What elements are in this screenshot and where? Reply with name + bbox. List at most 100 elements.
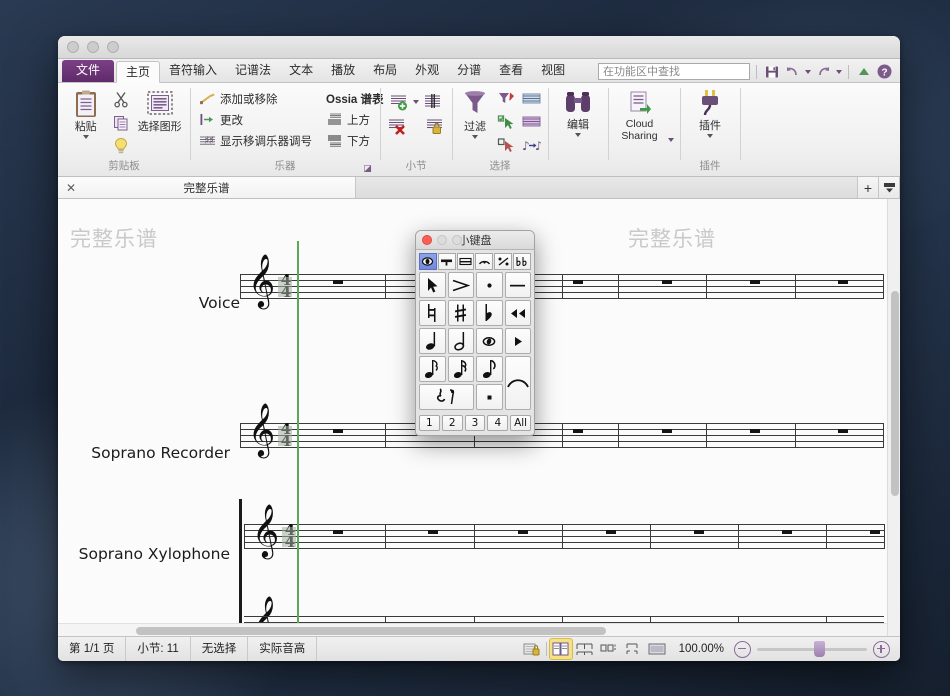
view-mode-spread[interactable] [573, 638, 597, 660]
staff-soprano-xylophone[interactable] [244, 524, 884, 549]
advanced-filter-icon[interactable] [495, 89, 517, 110]
minimize-button[interactable] [87, 41, 99, 53]
bar-rest[interactable] [750, 429, 760, 433]
change-instrument-button[interactable]: 更改 [196, 109, 315, 130]
add-bar-icon[interactable] [388, 91, 410, 112]
keypad-tab-common-notes[interactable] [419, 253, 437, 270]
select-system-passage-icon[interactable] [520, 112, 542, 133]
bar-rest[interactable] [838, 429, 848, 433]
keypad-rest-key[interactable] [419, 384, 474, 410]
bar-rest[interactable] [782, 530, 792, 534]
zoom-slider-thumb[interactable] [814, 640, 825, 657]
tab-notations[interactable]: 记谱法 [226, 60, 280, 82]
bar-rest[interactable] [606, 530, 616, 534]
keypad-quarter-note-key[interactable] [419, 328, 446, 354]
keypad-whole-note-key[interactable] [476, 328, 503, 354]
tab-appearance[interactable]: 外观 [406, 60, 448, 82]
keypad-tab-beams-tremolos[interactable] [456, 253, 475, 270]
collapse-ribbon-icon[interactable] [855, 64, 872, 80]
redo-dropdown-icon[interactable] [836, 69, 842, 74]
zoom-out-button[interactable] [734, 640, 751, 658]
keypad-minimize-button[interactable] [437, 235, 447, 245]
keypad-flat-key[interactable] [476, 300, 503, 326]
tab-layout[interactable]: 布局 [364, 60, 406, 82]
keypad-natural-key[interactable] [419, 300, 446, 326]
keypad-tab-jazz-articulations[interactable] [494, 253, 513, 270]
bar-rest[interactable] [333, 429, 343, 433]
add-bar-dropdown-icon[interactable] [413, 99, 419, 104]
tab-review[interactable]: 查看 [490, 60, 532, 82]
tab-play[interactable]: 播放 [322, 60, 364, 82]
keypad-thirtysecond-note-key[interactable] [419, 356, 446, 382]
lock-icon[interactable] [520, 638, 544, 660]
paste-button[interactable]: 粘贴 [64, 86, 107, 139]
redo-icon[interactable] [815, 64, 832, 80]
clef-treble-soprano-recorder[interactable]: 𝄞 [248, 406, 275, 452]
keypad-half-note-key[interactable] [447, 328, 474, 354]
select-more-icon[interactable] [495, 135, 517, 156]
bar-rest[interactable] [662, 429, 672, 433]
select-all-icon[interactable] [495, 112, 517, 133]
new-tab-button[interactable]: + [858, 177, 879, 198]
tab-view[interactable]: 视图 [532, 60, 574, 82]
edit-button[interactable]: 编辑 [554, 86, 602, 137]
keypad-sixteenth-note-key[interactable] [447, 356, 474, 382]
vertical-scrollbar[interactable] [887, 199, 900, 636]
bar-rest[interactable] [750, 280, 760, 284]
plugins-button[interactable]: 插件 [686, 86, 734, 138]
keypad-cursor-key[interactable] [419, 272, 446, 298]
keypad-voice-2[interactable]: 2 [441, 415, 463, 431]
bar-split-icon[interactable] [422, 91, 444, 112]
tab-home[interactable]: 主页 [116, 61, 161, 83]
keypad-sharp-key[interactable] [447, 300, 474, 326]
clef-treble-soprano-xylophone[interactable]: 𝄞 [252, 507, 279, 553]
bar-rest[interactable] [428, 530, 438, 534]
keypad-eighth-note-key[interactable] [476, 356, 503, 382]
paste-dropdown-icon[interactable] [82, 135, 89, 139]
keypad-voice-all[interactable]: All [510, 415, 531, 431]
keypad-play-key[interactable] [504, 328, 531, 354]
tab-parts[interactable]: 分谱 [448, 60, 490, 82]
keypad-accent-key[interactable] [447, 272, 474, 298]
staff-next-system[interactable] [244, 616, 884, 623]
filter-button[interactable]: 过滤 [458, 86, 492, 139]
keypad-tab-articulations[interactable] [475, 253, 494, 270]
ossia-above-button[interactable]: 上方 [323, 109, 387, 130]
plugins-dropdown-icon[interactable] [707, 134, 713, 138]
ossia-below-button[interactable]: 下方 [323, 130, 387, 151]
bar-rest[interactable] [838, 280, 848, 284]
keypad-zoom-button[interactable] [452, 235, 462, 245]
zoom-slider[interactable] [757, 640, 867, 657]
help-icon[interactable]: ? [876, 64, 893, 80]
bar-rest[interactable] [573, 280, 583, 284]
view-mode-scroll[interactable] [597, 638, 621, 660]
view-mode-panorama[interactable] [645, 638, 669, 660]
keypad-voice-1[interactable]: 1 [419, 415, 440, 431]
delete-bar-icon[interactable] [386, 115, 408, 136]
keypad-staccato-key[interactable] [476, 272, 503, 298]
keypad-dot-key[interactable] [476, 384, 503, 410]
bar-lock-icon[interactable] [424, 115, 446, 136]
save-icon[interactable] [763, 64, 780, 80]
zoom-button[interactable] [107, 41, 119, 53]
horizontal-scrollbar[interactable] [58, 623, 887, 636]
copy-icon[interactable] [110, 112, 132, 133]
zoom-in-button[interactable] [873, 640, 890, 658]
undo-dropdown-icon[interactable] [805, 69, 811, 74]
keypad-rewind-key[interactable] [504, 300, 531, 326]
view-mode-page[interactable] [548, 638, 573, 660]
filter-dropdown-icon[interactable] [472, 135, 478, 139]
bar-rest[interactable] [694, 530, 704, 534]
keypad-voice-4[interactable]: 4 [487, 415, 509, 431]
select-bars-icon[interactable] [520, 89, 542, 110]
tab-text[interactable]: 文本 [280, 60, 322, 82]
tab-layout-icon[interactable] [879, 177, 900, 198]
tab-file[interactable]: 文件 [62, 60, 115, 82]
view-mode-single-page[interactable] [621, 638, 645, 660]
cut-icon[interactable] [110, 89, 132, 110]
ribbon-search-input[interactable] [598, 63, 750, 80]
keypad-tab-accidentals[interactable] [513, 253, 531, 270]
cloud-sharing-button[interactable]: Cloud Sharing [614, 86, 665, 142]
bar-rest[interactable] [573, 429, 583, 433]
horizontal-scroll-thumb[interactable] [136, 627, 606, 635]
